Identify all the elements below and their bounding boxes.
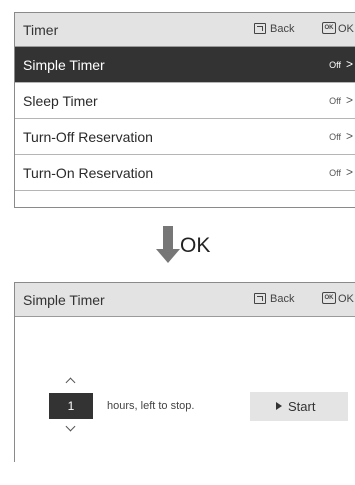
- chevron-right-icon: >: [345, 93, 353, 107]
- menu-item-label: Turn-Off Reservation: [23, 129, 153, 145]
- menu-item-value: Off: [329, 96, 341, 106]
- page-title: Simple Timer: [23, 292, 105, 308]
- menu-item-label: Simple Timer: [23, 57, 105, 73]
- menu-item-turn-on-reservation[interactable]: Turn-On Reservation Off >: [15, 155, 355, 191]
- back-label[interactable]: Back: [270, 293, 294, 305]
- timer-menu-header: Timer Back OK OK: [15, 13, 355, 47]
- start-button[interactable]: Start: [250, 392, 348, 421]
- back-icon[interactable]: [254, 293, 266, 304]
- back-icon[interactable]: [254, 23, 266, 34]
- menu-item-sleep-timer[interactable]: Sleep Timer Off >: [15, 83, 355, 119]
- ok-label[interactable]: OK: [338, 293, 354, 305]
- menu-item-simple-timer[interactable]: Simple Timer Off >: [15, 47, 355, 83]
- play-icon: [276, 402, 282, 410]
- down-arrow-icon: [163, 226, 173, 250]
- start-button-label: Start: [288, 399, 316, 414]
- simple-timer-header: Simple Timer Back OK OK: [15, 283, 355, 317]
- decrease-hours-icon[interactable]: [66, 424, 76, 434]
- hours-description: hours, left to stop.: [107, 400, 195, 412]
- chevron-right-icon: >: [345, 57, 353, 71]
- menu-item-value: Off: [329, 168, 341, 178]
- page-title: Timer: [23, 22, 59, 38]
- simple-timer-screen: Simple Timer Back OK OK 1 hours, left to…: [14, 282, 355, 462]
- transition-label: OK: [180, 234, 211, 257]
- hours-value[interactable]: 1: [49, 393, 93, 419]
- menu-item-turn-off-reservation[interactable]: Turn-Off Reservation Off >: [15, 119, 355, 155]
- menu-item-value: Off: [329, 60, 341, 70]
- chevron-right-icon: >: [345, 165, 353, 179]
- chevron-right-icon: >: [345, 129, 353, 143]
- ok-label[interactable]: OK: [338, 23, 354, 35]
- back-label[interactable]: Back: [270, 23, 294, 35]
- increase-hours-icon[interactable]: [66, 376, 76, 386]
- menu-item-label: Sleep Timer: [23, 93, 98, 109]
- ok-icon[interactable]: OK: [322, 292, 336, 304]
- timer-menu-screen: Timer Back OK OK Simple Timer Off > Slee…: [14, 12, 355, 208]
- down-arrow-head: [156, 249, 180, 263]
- menu-item-label: Turn-On Reservation: [23, 165, 154, 181]
- menu-item-value: Off: [329, 132, 341, 142]
- ok-icon[interactable]: OK: [322, 22, 336, 34]
